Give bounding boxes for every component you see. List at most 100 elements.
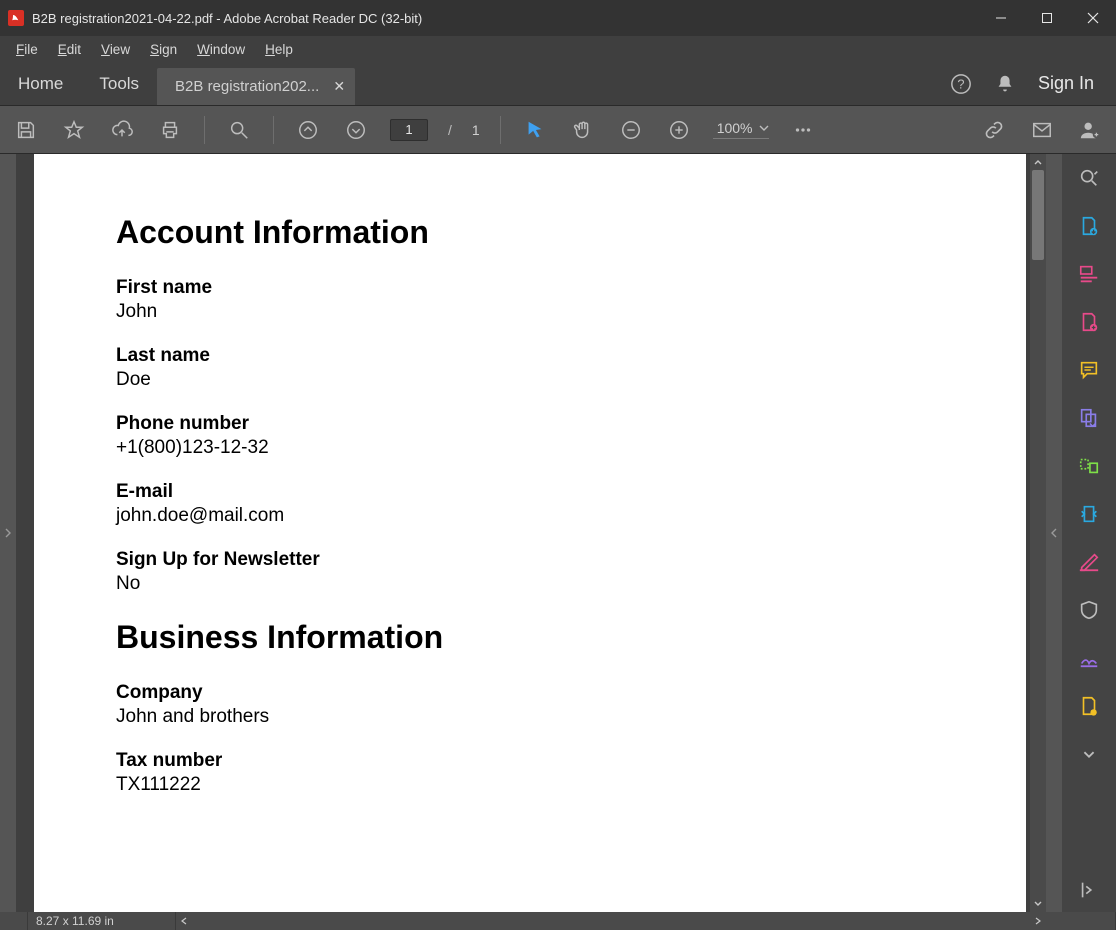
field-label: Phone number	[116, 413, 944, 435]
menu-sign[interactable]: Sign	[140, 40, 187, 59]
help-icon[interactable]: ?	[950, 73, 972, 95]
tab-document-active[interactable]: B2B registration202... ✕	[157, 68, 355, 105]
page-dimensions: 8.27 x 11.69 in	[28, 912, 176, 930]
total-pages: 1	[472, 122, 480, 138]
menu-file[interactable]: File	[6, 40, 48, 59]
window-title: B2B registration2021-04-22.pdf - Adobe A…	[32, 11, 978, 26]
tools-expand-icon[interactable]	[1077, 742, 1101, 766]
menu-window[interactable]: Window	[187, 40, 255, 59]
main-area: Account Information First name John Last…	[0, 154, 1116, 912]
field-newsletter: Sign Up for Newsletter No	[116, 549, 944, 595]
menubar: File Edit View Sign Window Help	[0, 36, 1116, 62]
menu-help[interactable]: Help	[255, 40, 303, 59]
scrollbar-thumb[interactable]	[1032, 170, 1044, 260]
vertical-scrollbar[interactable]	[1030, 154, 1046, 912]
sign-in-button[interactable]: Sign In	[1038, 73, 1094, 94]
main-toolbar: 1 / 1 100%	[0, 106, 1116, 154]
window-minimize-button[interactable]	[978, 0, 1024, 36]
svg-text:?: ?	[957, 76, 964, 91]
zoom-out-icon[interactable]	[617, 116, 645, 144]
tab-tools[interactable]: Tools	[81, 62, 157, 105]
field-company: Company John and brothers	[116, 682, 944, 728]
scroll-up-icon[interactable]	[1030, 154, 1046, 170]
window-maximize-button[interactable]	[1024, 0, 1070, 36]
scroll-down-icon[interactable]	[1030, 896, 1046, 912]
combine-files-icon[interactable]	[1077, 406, 1101, 430]
edit-pdf-icon[interactable]	[1077, 262, 1101, 286]
right-panel-handle[interactable]	[1046, 154, 1062, 912]
pdf-page: Account Information First name John Last…	[34, 154, 1026, 912]
page-down-icon[interactable]	[342, 116, 370, 144]
window-titlebar: B2B registration2021-04-22.pdf - Adobe A…	[0, 0, 1116, 36]
status-trailing-cell	[1046, 912, 1116, 930]
current-page-input[interactable]: 1	[390, 119, 428, 141]
zoom-in-icon[interactable]	[665, 116, 693, 144]
compress-pdf-icon[interactable]	[1077, 502, 1101, 526]
field-value: TX111222	[116, 774, 944, 796]
zoom-value: 100%	[717, 120, 753, 136]
fill-sign-icon[interactable]	[1077, 646, 1101, 670]
field-value: No	[116, 573, 944, 595]
page-up-icon[interactable]	[294, 116, 322, 144]
tab-close-icon[interactable]: ✕	[333, 78, 345, 95]
field-value: John and brothers	[116, 706, 944, 728]
tools-rail	[1062, 154, 1116, 912]
request-signatures-icon[interactable]	[1077, 694, 1101, 718]
field-email: E-mail john.doe@mail.com	[116, 481, 944, 527]
field-label: Sign Up for Newsletter	[116, 549, 944, 571]
create-pdf-icon[interactable]	[1077, 310, 1101, 334]
document-scroll[interactable]: Account Information First name John Last…	[16, 154, 1030, 912]
find-icon[interactable]	[225, 116, 253, 144]
field-value: +1(800)123-12-32	[116, 437, 944, 459]
star-icon[interactable]	[60, 116, 88, 144]
field-value: Doe	[116, 369, 944, 391]
add-user-icon[interactable]	[1076, 116, 1104, 144]
status-empty-cell	[0, 912, 28, 930]
share-link-icon[interactable]	[980, 116, 1008, 144]
save-icon[interactable]	[12, 116, 40, 144]
toolbar-separator	[273, 116, 274, 144]
tab-home[interactable]: Home	[0, 62, 81, 105]
zoom-dropdown[interactable]: 100%	[713, 120, 769, 139]
field-last-name: Last name Doe	[116, 345, 944, 391]
status-bar: 8.27 x 11.69 in	[0, 912, 1116, 930]
scroll-right-icon[interactable]	[1030, 912, 1046, 930]
bell-icon[interactable]	[994, 73, 1016, 95]
section-heading-account-info: Account Information	[116, 214, 944, 251]
toolbar-separator	[500, 116, 501, 144]
acrobat-app-icon	[8, 10, 24, 26]
document-viewport: Account Information First name John Last…	[16, 154, 1046, 912]
comment-icon[interactable]	[1077, 358, 1101, 382]
search-tool-icon[interactable]	[1077, 166, 1101, 190]
organize-pages-icon[interactable]	[1077, 454, 1101, 478]
print-icon[interactable]	[156, 116, 184, 144]
protect-icon[interactable]	[1077, 598, 1101, 622]
app-tabs-row: Home Tools B2B registration202... ✕ ? Si…	[0, 62, 1116, 106]
section-heading-business-info: Business Information	[116, 619, 944, 656]
field-label: E-mail	[116, 481, 944, 503]
field-phone: Phone number +1(800)123-12-32	[116, 413, 944, 459]
email-icon[interactable]	[1028, 116, 1056, 144]
field-label: Company	[116, 682, 944, 704]
field-value: john.doe@mail.com	[116, 505, 944, 527]
menu-edit[interactable]: Edit	[48, 40, 91, 59]
selection-tool-icon[interactable]	[521, 116, 549, 144]
left-panel-handle[interactable]	[0, 154, 16, 912]
field-label: Tax number	[116, 750, 944, 772]
horizontal-scrollbar[interactable]	[176, 912, 1046, 930]
window-close-button[interactable]	[1070, 0, 1116, 36]
redact-icon[interactable]	[1077, 550, 1101, 574]
toolbar-separator	[204, 116, 205, 144]
field-first-name: First name John	[116, 277, 944, 323]
cloud-upload-icon[interactable]	[108, 116, 136, 144]
scroll-left-icon[interactable]	[176, 912, 192, 930]
chevron-down-icon	[759, 123, 769, 133]
field-tax-number: Tax number TX111222	[116, 750, 944, 796]
page-separator: /	[448, 122, 452, 138]
field-label: Last name	[116, 345, 944, 367]
menu-view[interactable]: View	[91, 40, 140, 59]
more-icon[interactable]	[789, 116, 817, 144]
export-pdf-icon[interactable]	[1077, 214, 1101, 238]
collapse-rail-icon[interactable]	[1077, 878, 1101, 902]
hand-tool-icon[interactable]	[569, 116, 597, 144]
